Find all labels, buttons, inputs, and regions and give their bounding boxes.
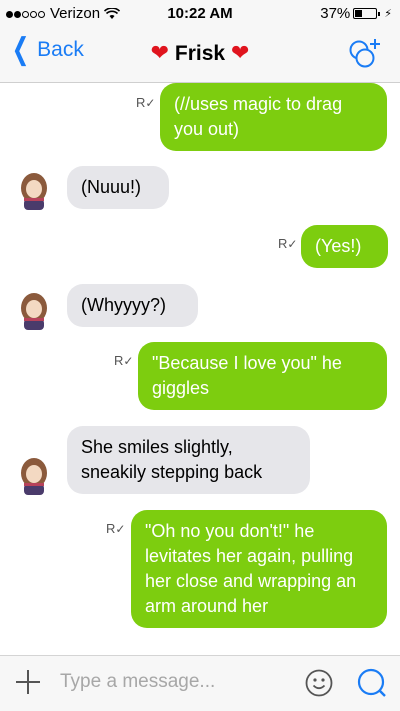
contact-name: Frisk: [174, 42, 226, 65]
avatar[interactable]: [15, 168, 53, 210]
send-icon[interactable]: [356, 667, 388, 699]
read-receipt: R✓: [106, 521, 126, 536]
read-receipt: R✓: [136, 95, 156, 110]
conversation-title[interactable]: ❤ Frisk ❤: [0, 40, 400, 66]
message-outgoing[interactable]: "Oh no you don't!" he levitates her agai…: [131, 510, 387, 628]
message-thread[interactable]: R✓ (//uses magic to drag you out) (Nuuu!…: [0, 83, 400, 655]
message-outgoing[interactable]: "Because I love you" he giggles: [138, 342, 387, 410]
plus-icon[interactable]: [14, 668, 42, 696]
message-incoming[interactable]: (Nuuu!): [67, 166, 169, 209]
message-incoming[interactable]: She smiles slightly, sneakily stepping b…: [67, 426, 310, 494]
avatar[interactable]: [15, 453, 53, 495]
message-input[interactable]: [58, 670, 292, 694]
message-incoming[interactable]: (Whyyyy?): [67, 284, 198, 327]
charging-icon: ⚡: [384, 8, 392, 20]
battery-icon: [353, 8, 381, 19]
read-receipt: R✓: [278, 236, 298, 251]
status-right: 37% ⚡: [320, 5, 392, 22]
status-bar: Verizon 10:22 AM 37% ⚡: [0, 0, 400, 26]
read-receipt: R✓: [114, 353, 134, 368]
heart-icon: ❤: [230, 40, 250, 65]
add-participant-icon[interactable]: [346, 36, 382, 70]
heart-icon: ❤: [150, 40, 170, 65]
message-outgoing[interactable]: (//uses magic to drag you out): [160, 83, 387, 151]
avatar[interactable]: [15, 288, 53, 330]
compose-bar: [0, 655, 400, 711]
message-outgoing[interactable]: (Yes!): [301, 225, 388, 268]
emoji-icon[interactable]: [305, 669, 333, 697]
navigation-bar: ❮ Back ❤ Frisk ❤: [0, 26, 400, 83]
battery-percent: 37%: [320, 5, 351, 22]
